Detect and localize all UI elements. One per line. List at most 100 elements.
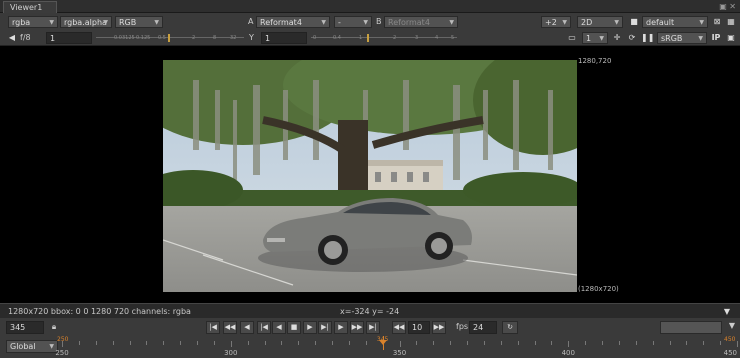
prev-frame-button[interactable]: ◀	[240, 321, 254, 334]
a-input-label: A	[248, 17, 254, 26]
lut-dropdown[interactable]: default ▼	[642, 16, 708, 28]
channels-value: rgba	[12, 18, 31, 27]
gamma-slider[interactable]: 0 0.4 1 2 3 4 5	[311, 32, 457, 44]
lock-icon[interactable]: 🔒︎	[48, 322, 60, 333]
chevron-down-icon: ▼	[154, 19, 159, 26]
fps-field[interactable]: 24	[469, 321, 497, 334]
timeline-tick	[416, 341, 418, 345]
timeline-start-marker: 250	[57, 336, 69, 343]
timeline-tick	[686, 341, 688, 345]
channels-dropdown[interactable]: rgba ▼	[8, 16, 58, 28]
timeline-tick	[95, 341, 97, 345]
a-input-value: Reformat4	[260, 18, 302, 27]
gamma-tick-label: 3	[415, 35, 419, 41]
chevron-down-icon: ▼	[562, 19, 567, 26]
gain-tick-label: 32	[230, 35, 237, 41]
frame-field[interactable]: 345	[6, 321, 44, 334]
b-input-dropdown[interactable]: Reformat4 ▼	[384, 16, 458, 28]
timeline-end-marker: 450	[724, 336, 736, 343]
gamma-tick-label: 4	[435, 35, 439, 41]
timeline-tick	[315, 341, 317, 345]
timeline-ruler[interactable]: 250 300 350 400 450	[55, 341, 738, 357]
fstop-decrease-icon[interactable]: ◀	[6, 32, 18, 44]
lut-value: default	[646, 18, 675, 27]
playhead-marker-icon[interactable]	[378, 340, 387, 345]
tab-viewer1[interactable]: Viewer1	[3, 1, 57, 13]
gain-field[interactable]: 1	[46, 32, 92, 44]
chevron-down-icon: ▼	[614, 19, 619, 26]
increment-field[interactable]: 10	[408, 321, 430, 334]
chevron-down-icon: ▼	[698, 35, 703, 42]
gamma-field[interactable]: 1	[261, 32, 307, 44]
timeline-tick	[551, 341, 553, 345]
proxy-value: 1	[586, 34, 592, 43]
play-icon[interactable]: ▶	[303, 321, 317, 334]
format-label-bottom-right: (1280x720)	[578, 285, 619, 293]
info-menu-icon[interactable]: ▼	[724, 307, 730, 316]
view-mode-dropdown[interactable]: 2D ▼	[577, 16, 623, 28]
roi-icon[interactable]: ▭	[566, 32, 578, 44]
timeline-tick	[298, 341, 300, 345]
viewer-tab-bar: Viewer1 ▣ ✕	[0, 0, 740, 13]
a-input-dropdown[interactable]: Reformat4 ▼	[256, 16, 330, 28]
timeline-tick	[534, 341, 536, 345]
grid-icon[interactable]: ▦	[725, 16, 737, 28]
pause-icon[interactable]: ❚❚	[641, 32, 654, 44]
layer-dropdown[interactable]: rgba.alpha ▼	[60, 16, 112, 28]
zoom-dropdown[interactable]: +2 ▼	[541, 16, 571, 28]
timeline-tick	[602, 341, 603, 345]
monitor-out-icon[interactable]: ▣	[725, 32, 737, 44]
next-keyframe-button[interactable]: ▶▶	[350, 321, 364, 334]
b-input-label: B	[376, 17, 382, 26]
timeline-label: 350	[392, 349, 407, 357]
colorspace-value: sRGB	[661, 34, 683, 43]
timeline-tick	[433, 341, 435, 345]
timeline-tick	[669, 341, 671, 345]
compare-op-dropdown[interactable]: - ▼	[334, 16, 372, 28]
stop-icon[interactable]: ■	[287, 321, 301, 334]
gain-slider-handle[interactable]	[168, 34, 170, 42]
gamma-label: Y	[249, 33, 254, 42]
timeline-tick	[112, 341, 114, 345]
layer-value: rgba.alpha	[64, 18, 107, 27]
chevron-down-icon: ▼	[321, 19, 326, 26]
colorspace-dropdown[interactable]: sRGB ▼	[657, 32, 707, 44]
goto-end-button[interactable]: ▶|	[366, 321, 380, 334]
playback-range-field[interactable]	[660, 321, 722, 334]
range-mode-dropdown[interactable]: Global ▼	[6, 340, 58, 353]
step-forward-button[interactable]: ▶|	[318, 321, 332, 334]
refresh-icon[interactable]: ⟳	[626, 32, 638, 44]
timeline-tick	[163, 341, 165, 345]
save-icon[interactable]: ■	[628, 16, 640, 28]
playback-menu-icon[interactable]: ▼	[726, 321, 738, 334]
gain-slider[interactable]: 0.03125 0.125 0.5 2 8 32	[96, 32, 244, 44]
gain-tick-label: 0.5	[158, 35, 166, 41]
gain-tick-label: 2	[192, 35, 196, 41]
input-process-button[interactable]: IP	[710, 32, 722, 44]
timeline-label: 300	[224, 349, 238, 357]
skip-back-button[interactable]: ◀◀	[392, 321, 406, 334]
goto-start-button[interactable]: |◀	[206, 321, 220, 334]
skip-forward-button[interactable]: ▶▶	[432, 321, 446, 334]
timeline-tick	[399, 341, 401, 347]
display-dropdown[interactable]: RGB ▼	[115, 16, 163, 28]
timeline-tick	[264, 341, 266, 345]
gamma-tick-label: 2	[393, 35, 397, 41]
timeline-tick	[703, 341, 705, 345]
step-back-button[interactable]: |◀	[257, 321, 271, 334]
chevron-down-icon: ▼	[599, 35, 604, 42]
loop-icon[interactable]: ↻	[502, 321, 518, 334]
chevron-down-icon: ▼	[103, 19, 108, 26]
tab-menu-icon[interactable]: ▣ ✕	[719, 2, 736, 11]
gain-tick-label: 8	[213, 35, 217, 41]
next-frame-button[interactable]: ▶	[334, 321, 348, 334]
fstop-label[interactable]: f/8	[20, 32, 31, 44]
proxy-dropdown[interactable]: 1 ▼	[582, 32, 608, 44]
timeline-tick	[652, 341, 654, 345]
play-backward-icon[interactable]: ◀	[272, 321, 286, 334]
crosshair-icon[interactable]: ✛	[611, 32, 623, 44]
prev-keyframe-button[interactable]: ◀◀	[223, 321, 237, 334]
gamma-slider-handle[interactable]	[367, 34, 369, 42]
wipe-icon[interactable]: ⊠	[711, 16, 723, 28]
timeline-tick	[247, 341, 249, 345]
